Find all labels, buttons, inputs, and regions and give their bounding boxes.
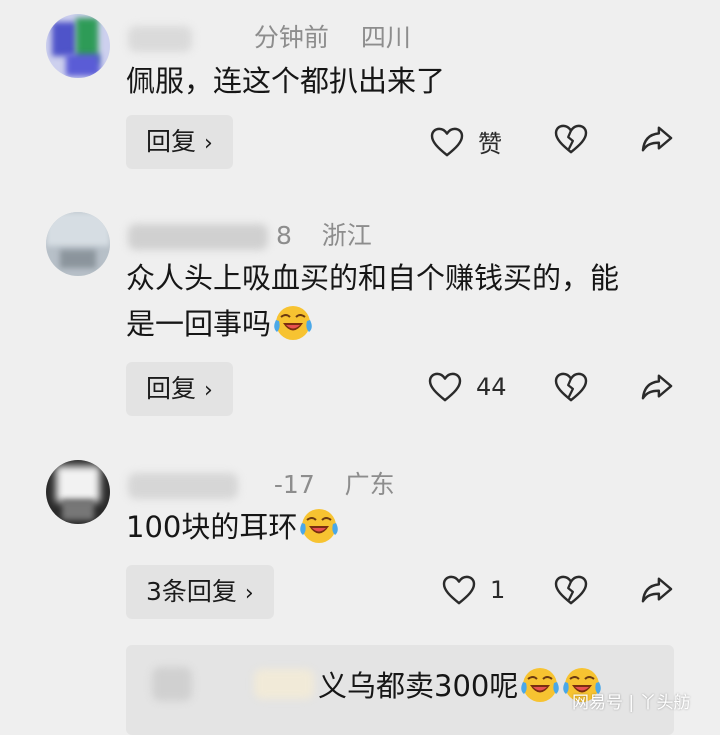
heart-outline-icon — [428, 372, 462, 402]
like-count: 1 — [490, 576, 506, 604]
heart-outline-icon — [442, 575, 476, 605]
comment-meta: -17 广东 — [128, 465, 395, 501]
comment-meta: 8 浙江 — [128, 216, 372, 252]
like-button[interactable]: 1 — [442, 575, 505, 605]
blurred-reply-username — [254, 669, 314, 699]
avatar[interactable] — [46, 212, 110, 276]
like-count: 44 — [476, 373, 507, 401]
share-arrow-icon — [640, 124, 674, 154]
comment-location: 四川 — [360, 23, 411, 52]
laughing-crying-emoji-icon — [273, 302, 313, 342]
comment-time: 8 — [275, 221, 292, 250]
avatar[interactable] — [46, 460, 110, 524]
comment-text: 众人头上吸血买的和自个赚钱买的，能 — [126, 261, 620, 295]
comment-text: 佩服，连这个都扒出来了 — [126, 64, 446, 98]
share-arrow-icon — [640, 372, 674, 402]
blurred-username — [128, 473, 238, 499]
laughing-crying-emoji-icon — [520, 664, 560, 704]
broken-heart-icon — [554, 575, 588, 605]
chevron-right-icon: › — [204, 378, 213, 403]
comment-time: -17 — [273, 470, 315, 499]
like-button[interactable]: 44 — [428, 372, 507, 402]
avatar[interactable] — [46, 14, 110, 78]
share-button[interactable] — [640, 575, 674, 605]
reply-button[interactable]: 回复 › — [126, 115, 233, 169]
heart-outline-icon — [430, 127, 464, 157]
broken-heart-icon — [554, 124, 588, 154]
watermark: 网易号 | 丫头舫 — [572, 693, 691, 713]
blurred-reply-avatar — [152, 667, 192, 701]
comment-location: 广东 — [344, 470, 395, 499]
reply-preview-text: 义乌都卖300呢 — [318, 663, 602, 709]
comment-meta: 分钟前 四川 — [128, 18, 411, 54]
dislike-button[interactable] — [554, 124, 588, 154]
comment-text-line2: 是一回事吗 — [126, 301, 313, 347]
dislike-button[interactable] — [554, 372, 588, 402]
view-replies-button[interactable]: 3条回复 › — [126, 565, 274, 619]
laughing-crying-emoji-icon — [299, 505, 339, 545]
chevron-right-icon: › — [204, 131, 213, 156]
comment-text: 100块的耳环 — [126, 504, 339, 550]
reply-button[interactable]: 回复 › — [126, 362, 233, 416]
like-label: 赞 — [478, 130, 502, 158]
share-button[interactable] — [640, 124, 674, 154]
chevron-right-icon: › — [244, 581, 254, 606]
broken-heart-icon — [554, 372, 588, 402]
share-arrow-icon — [640, 575, 674, 605]
comment-time: 分钟前 — [253, 23, 329, 52]
share-button[interactable] — [640, 372, 674, 402]
comment-location: 浙江 — [321, 221, 372, 250]
dislike-button[interactable] — [554, 575, 588, 605]
like-button[interactable]: 赞 — [430, 124, 502, 159]
blurred-username — [128, 26, 192, 52]
blurred-username — [128, 224, 268, 250]
